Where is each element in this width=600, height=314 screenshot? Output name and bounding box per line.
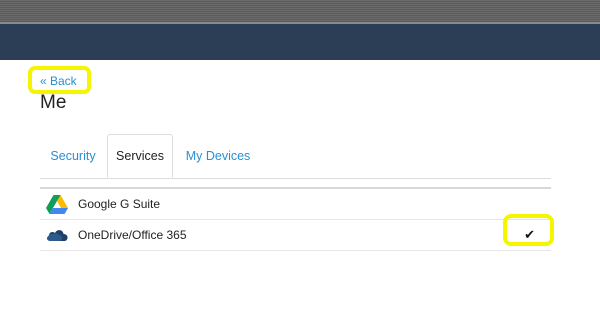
service-row-onedrive[interactable]: OneDrive/Office 365 ✔ <box>40 220 551 251</box>
tab-my-devices[interactable]: My Devices <box>181 134 255 178</box>
google-drive-icon <box>44 194 70 214</box>
service-name: OneDrive/Office 365 <box>78 228 187 242</box>
back-link-highlight <box>28 66 91 94</box>
tab-bar: Security Services My Devices <box>40 134 551 179</box>
service-name: Google G Suite <box>78 197 161 211</box>
onedrive-cloud-icon <box>44 228 70 242</box>
browser-toolbar <box>0 0 600 24</box>
tab-services[interactable]: Services <box>107 134 173 178</box>
checkmark-highlight <box>503 214 554 246</box>
service-row-google[interactable]: Google G Suite <box>40 189 551 220</box>
app-header-bar <box>0 24 600 60</box>
tab-security[interactable]: Security <box>40 134 106 178</box>
services-list: Google G Suite OneDrive/Office 365 ✔ <box>40 187 551 251</box>
page-title: Me <box>40 92 67 113</box>
